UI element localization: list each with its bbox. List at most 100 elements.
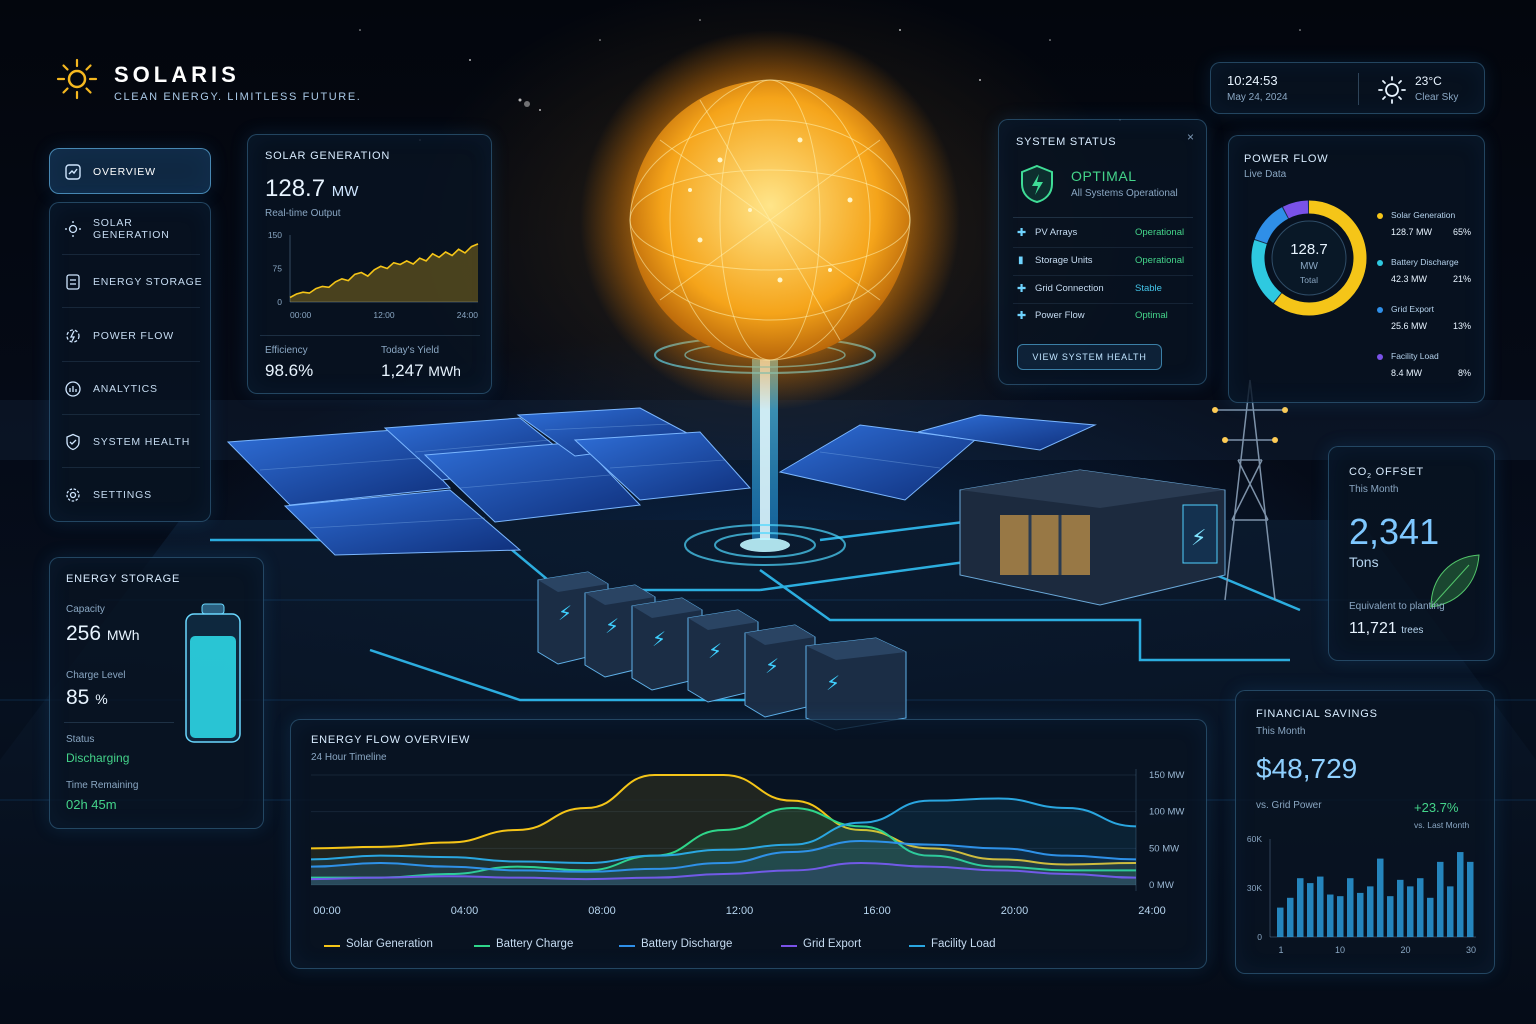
donut-center-value: 128.7 [1290, 241, 1328, 258]
divider [260, 335, 480, 336]
close-icon[interactable]: × [1187, 130, 1194, 144]
legend-label: Solar Generation [346, 938, 433, 950]
x-tick-label: 00:00 [290, 310, 312, 320]
status-label: Status [66, 734, 95, 745]
savings-value: $48,729 [1256, 753, 1358, 784]
storage-icon: ▮ [1018, 255, 1024, 266]
sidebar-item-energy-storage[interactable]: ENERGY STORAGE [50, 262, 212, 302]
divider [1358, 73, 1359, 105]
power-flow-legend-item: Facility Load 8.4 MW 8% [1377, 351, 1477, 387]
legend-value: 128.7 MW [1391, 227, 1433, 237]
legend-swatch [619, 945, 635, 947]
status-row-value: Operational [1135, 255, 1185, 266]
divider [1013, 217, 1193, 218]
unit: MWh [428, 363, 461, 379]
y-tick-label: 60K [1247, 834, 1262, 844]
savings-bar [1457, 852, 1464, 937]
savings-bar [1297, 878, 1304, 937]
battery-icon [64, 273, 82, 291]
title-suffix: OFFSET [1371, 466, 1424, 478]
yield-label: Today's Yield [381, 345, 440, 356]
legend-dot [1377, 307, 1383, 313]
solar-output-value: 128.7 MW [265, 175, 358, 203]
power-flow-panel: POWER FLOW Live Data 128.7 MW Total Sola… [1228, 135, 1485, 403]
overview-icon [64, 163, 82, 181]
x-tick-label: 20:00 [1001, 905, 1029, 917]
legend-swatch [909, 945, 925, 947]
svg-text:⚡: ⚡ [558, 603, 572, 625]
x-tick-label: 24:00 [1138, 905, 1166, 917]
shield-icon [64, 433, 82, 451]
power-flow-icon [64, 327, 82, 345]
value: 85 [66, 686, 90, 709]
svg-text:⚡: ⚡ [765, 656, 779, 678]
sidebar-item-settings[interactable]: SETTINGS [50, 475, 212, 515]
capacity-label: Capacity [66, 604, 105, 615]
time-remaining-label: Time Remaining [66, 780, 139, 791]
savings-bar [1367, 886, 1374, 937]
divider [62, 307, 200, 308]
savings-bar [1277, 907, 1284, 937]
legend-dot [1377, 260, 1383, 266]
sidebar-item-solar-generation[interactable]: SOLAR GENERATION [50, 209, 212, 249]
charge-level-value: 85 % [66, 686, 108, 710]
panel-subtitle: Live Data [1244, 169, 1287, 180]
donut-center-caption: Total [1300, 275, 1318, 285]
shield-check-icon [1021, 164, 1053, 204]
time-remaining-value: 02h 45m [66, 797, 117, 812]
energy-flow-panel: ENERGY FLOW OVERVIEW 24 Hour Timeline 15… [290, 719, 1207, 969]
y-tick-label: 0 [1257, 932, 1262, 942]
charge-level-label: Charge Level [66, 670, 126, 681]
legend-swatch [781, 945, 797, 947]
sidebar-item-power-flow[interactable]: POWER FLOW [50, 316, 212, 356]
legend-label: Battery Charge [496, 938, 574, 950]
savings-bar [1357, 892, 1364, 937]
savings-bar [1377, 858, 1384, 937]
sidebar-nav: SOLAR GENERATION ENERGY STORAGE POWER FL… [49, 202, 211, 522]
sidebar-item-label: SYSTEM HEALTH [93, 436, 191, 448]
donut-slice [1282, 200, 1309, 219]
y-tick-label: 0 MW [1149, 880, 1174, 891]
gear-icon [64, 486, 82, 504]
sidebar-item-overview[interactable]: OVERVIEW [49, 148, 211, 194]
sun-logo-icon [56, 58, 98, 100]
power-flow-legend-item: Grid Export 25.6 MW 13% [1377, 304, 1477, 340]
x-tick-label: 00:00 [313, 905, 341, 917]
equivalent-label: Equivalent to planting [1349, 601, 1445, 612]
savings-change-caption: vs. Last Month [1414, 820, 1470, 830]
weather-condition: Clear Sky [1415, 92, 1459, 103]
savings-bar [1347, 878, 1354, 937]
status-row-grid-connection: ✚ Grid Connection Stable [1017, 282, 1191, 298]
unit: % [95, 691, 108, 707]
x-tick-label: 12:00 [726, 905, 754, 917]
unit: trees [1401, 625, 1424, 636]
sidebar-item-analytics[interactable]: ANALYTICS [50, 369, 212, 409]
view-system-health-button[interactable]: VIEW SYSTEM HEALTH [1017, 344, 1162, 370]
value: 11,721 [1349, 620, 1397, 637]
brand-logo: SOLARIS CLEAN ENERGY. LIMITLESS FUTURE. [56, 58, 386, 108]
legend-value: 8.4 MW [1391, 368, 1423, 378]
capacity-value: 256 MWh [66, 622, 140, 646]
status-row-label: Storage Units [1035, 255, 1093, 266]
legend-label: Facility Load [1391, 351, 1439, 361]
legend-label: Facility Load [931, 938, 996, 950]
divider [62, 254, 200, 255]
status-value: Discharging [66, 751, 130, 765]
legend-dot [1377, 354, 1383, 360]
co2-offset-unit: Tons [1349, 554, 1379, 570]
savings-bar [1287, 897, 1294, 937]
sidebar-item-system-health[interactable]: SYSTEM HEALTH [50, 422, 212, 462]
svg-text:⚡: ⚡ [826, 673, 840, 695]
legend-percent: 21% [1452, 274, 1471, 284]
power-flow-legend-item: Solar Generation 128.7 MW 65% [1377, 210, 1477, 246]
status-row-label: Grid Connection [1035, 283, 1104, 294]
savings-change: +23.7% [1414, 800, 1459, 815]
savings-bar-chart: 60K 30K 0 1 10 20 30 [1247, 834, 1476, 955]
sun-icon [1378, 76, 1406, 104]
power-flow-legend-item: Battery Discharge 42.3 MW 21% [1377, 257, 1477, 293]
y-tick-label: 150 [268, 230, 282, 240]
svg-text:⚡: ⚡ [708, 641, 722, 663]
clock-time: 10:24:53 [1227, 73, 1278, 88]
time-weather-widget: 10:24:53 May 24, 2024 23°C Clear Sky [1210, 62, 1485, 114]
x-tick-label: 12:00 [373, 310, 395, 320]
